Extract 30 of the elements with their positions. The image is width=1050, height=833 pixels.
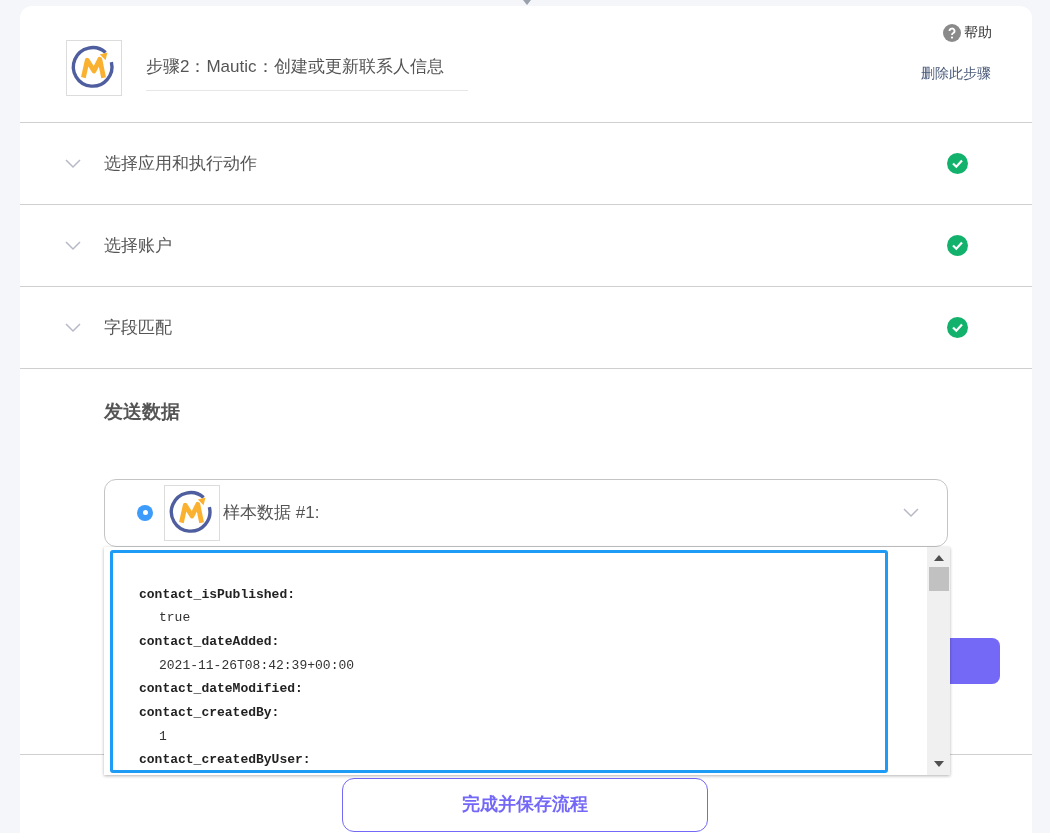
help-icon — [943, 23, 961, 42]
section-title: 字段匹配 — [104, 316, 172, 339]
delete-step-link[interactable]: 删除此步骤 — [921, 63, 991, 84]
section-title: 选择应用和执行动作 — [104, 152, 257, 175]
field-name: contact_dateAdded: — [139, 632, 280, 651]
field-name: contact_dateModified: — [139, 680, 303, 699]
section-title: 选择账户 — [104, 234, 172, 257]
field-value: 1 — [158, 727, 167, 746]
chevron-icon[interactable] — [903, 507, 919, 518]
field-name: contact_createdBy: — [139, 704, 280, 722]
help-link[interactable]: 帮助 — [943, 22, 992, 43]
field-name: contact_isPublished: — [139, 585, 296, 604]
scroll-up-icon[interactable] — [933, 554, 944, 561]
connector-arrow-icon — [523, 0, 531, 5]
finish-save-button[interactable]: 完成并保存流程 — [341, 777, 708, 832]
scroll-thumb[interactable] — [928, 566, 949, 591]
step-title: 步骤2：Mautic：创建或更新联系人信息 — [146, 57, 444, 76]
scroll-down-icon[interactable] — [933, 760, 944, 767]
chevron-icon[interactable] — [65, 240, 81, 251]
scrollbar[interactable] — [927, 546, 950, 775]
field-name: contact_createdByUser: — [139, 751, 311, 770]
sample-select[interactable]: 样本数据 #1: — [104, 478, 948, 547]
section-heading: 发送数据 — [104, 401, 180, 422]
radio-button[interactable] — [137, 504, 153, 521]
chevron-icon[interactable] — [65, 158, 81, 169]
field-value: 2021-11-26T08:42:39+00:00 — [158, 656, 355, 675]
app-logo-icon — [164, 484, 220, 541]
field-value: true — [158, 609, 191, 628]
chevron-icon[interactable] — [65, 322, 81, 333]
app-logo-icon — [66, 40, 122, 96]
